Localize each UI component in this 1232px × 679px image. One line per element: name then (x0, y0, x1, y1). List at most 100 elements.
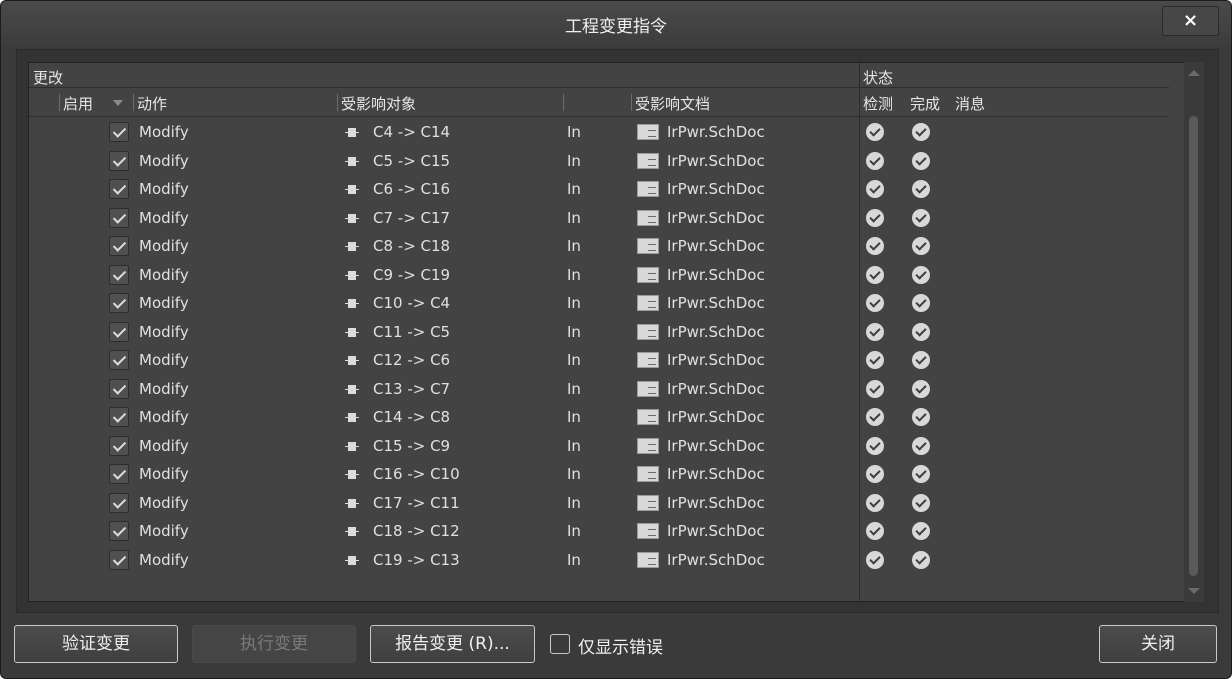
affected-document-cell: IrPwr.SchDoc (667, 465, 765, 483)
column-header-action[interactable]: 动作 (137, 93, 167, 114)
check-passed-icon (866, 436, 884, 455)
only-show-errors-checkbox[interactable] (550, 634, 570, 654)
in-cell: In (567, 180, 581, 198)
check-passed-icon (866, 180, 884, 198)
scroll-thumb[interactable] (1189, 116, 1198, 576)
affected-object-cell: C5 -> C15 (373, 151, 451, 170)
affected-object-cell: C4 -> C14 (373, 123, 451, 141)
close-button[interactable]: 关闭 (1099, 625, 1217, 663)
table-row[interactable]: Modify C11 -> C5 In IrPwr.SchDoc (29, 318, 1169, 347)
enabled-checkbox[interactable] (109, 521, 129, 541)
affected-object-cell: C15 -> C9 (373, 436, 451, 455)
schematic-document-icon (637, 238, 659, 254)
table-row[interactable]: Modify C10 -> C4 In IrPwr.SchDoc (29, 289, 1169, 318)
table-row[interactable]: Modify C16 -> C10 In IrPwr.SchDoc (29, 460, 1169, 489)
affected-object-cell: C9 -> C19 (373, 265, 451, 284)
column-header-affected-document[interactable]: 受影响文档 (635, 93, 710, 114)
component-icon (345, 384, 359, 394)
table-row[interactable]: Modify C12 -> C6 In IrPwr.SchDoc (29, 346, 1169, 375)
in-cell: In (567, 123, 581, 141)
table-row[interactable]: Modify C8 -> C18 In IrPwr.SchDoc (29, 232, 1169, 261)
scroll-down-icon[interactable] (1188, 588, 1200, 594)
done-passed-icon (912, 550, 930, 569)
enabled-checkbox[interactable] (109, 122, 129, 142)
changes-grid-frame: 更改 状态 启用 动作 受影响对象 受影响文档 检测 完成 消息 Modify … (16, 49, 1219, 613)
column-separator (631, 94, 632, 111)
report-changes-button[interactable]: 报告变更 (R)... (370, 625, 535, 663)
action-cell: Modify (139, 294, 189, 312)
check-passed-icon (866, 208, 884, 227)
table-row[interactable]: Modify C15 -> C9 In IrPwr.SchDoc (29, 432, 1169, 461)
affected-document-cell: IrPwr.SchDoc (667, 322, 765, 341)
schematic-document-icon (637, 523, 659, 539)
table-row[interactable]: Modify C13 -> C7 In IrPwr.SchDoc (29, 375, 1169, 404)
action-cell: Modify (139, 208, 189, 227)
check-passed-icon (866, 550, 884, 569)
column-header-check[interactable]: 检测 (863, 93, 893, 114)
component-icon (345, 156, 359, 166)
affected-document-cell: IrPwr.SchDoc (667, 151, 765, 170)
action-cell: Modify (139, 550, 189, 569)
check-passed-icon (866, 379, 884, 398)
enabled-checkbox[interactable] (109, 150, 129, 171)
table-row[interactable]: Modify C7 -> C17 In IrPwr.SchDoc (29, 204, 1169, 233)
column-header-done[interactable]: 完成 (910, 93, 940, 114)
column-separator (563, 94, 564, 111)
column-header-message[interactable]: 消息 (955, 93, 985, 114)
action-cell: Modify (139, 265, 189, 284)
enabled-checkbox[interactable] (109, 264, 129, 285)
column-separator (133, 94, 134, 111)
table-row[interactable]: Modify C5 -> C15 In IrPwr.SchDoc (29, 147, 1169, 176)
enabled-checkbox[interactable] (109, 321, 129, 342)
enabled-checkbox[interactable] (109, 435, 129, 456)
component-icon (345, 527, 359, 536)
schematic-document-icon (637, 323, 659, 340)
done-passed-icon (912, 379, 930, 398)
done-passed-icon (912, 522, 930, 540)
close-icon[interactable]: × (1162, 6, 1219, 36)
enabled-checkbox[interactable] (109, 179, 129, 199)
in-cell: In (567, 351, 581, 369)
in-cell: In (567, 237, 581, 255)
column-header-affected-object[interactable]: 受影响对象 (341, 93, 416, 114)
table-row[interactable]: Modify C9 -> C19 In IrPwr.SchDoc (29, 261, 1169, 290)
engineering-change-order-dialog: 工程变更指令 × 更改 状态 启用 动作 受影响对象 受影响文档 检测 完成 消… (0, 0, 1232, 679)
in-cell: In (567, 151, 581, 170)
group-header-row: 更改 状态 (29, 63, 1169, 88)
action-cell: Modify (139, 408, 189, 426)
execute-changes-button[interactable]: 执行变更 (192, 625, 356, 663)
table-row[interactable]: Modify C17 -> C11 In IrPwr.SchDoc (29, 489, 1169, 518)
enabled-checkbox[interactable] (109, 549, 129, 570)
scroll-up-icon[interactable] (1188, 70, 1200, 76)
in-cell: In (567, 265, 581, 284)
validate-changes-button[interactable]: 验证变更 (14, 625, 178, 663)
table-row[interactable]: Modify C4 -> C14 In IrPwr.SchDoc (29, 118, 1169, 147)
vertical-scrollbar[interactable] (1184, 62, 1204, 602)
enabled-checkbox[interactable] (109, 492, 129, 513)
done-passed-icon (912, 180, 930, 198)
enabled-checkbox[interactable] (109, 207, 129, 228)
check-passed-icon (866, 322, 884, 341)
table-row[interactable]: Modify C14 -> C8 In IrPwr.SchDoc (29, 403, 1169, 432)
affected-object-cell: C8 -> C18 (373, 237, 451, 255)
done-passed-icon (912, 408, 930, 426)
enabled-checkbox[interactable] (109, 407, 129, 427)
enabled-checkbox[interactable] (109, 378, 129, 399)
schematic-document-icon (637, 437, 659, 454)
column-header-enabled[interactable]: 启用 (63, 93, 93, 114)
schematic-document-icon (637, 494, 659, 511)
column-header-row: 启用 动作 受影响对象 受影响文档 检测 完成 消息 (29, 88, 1169, 117)
enabled-checkbox[interactable] (109, 293, 129, 313)
enabled-checkbox[interactable] (109, 236, 129, 256)
table-row[interactable]: Modify C18 -> C12 In IrPwr.SchDoc (29, 517, 1169, 546)
sort-dropdown-icon[interactable] (113, 100, 123, 106)
enabled-checkbox[interactable] (109, 464, 129, 484)
table-row[interactable]: Modify C19 -> C13 In IrPwr.SchDoc (29, 546, 1169, 575)
check-passed-icon (866, 294, 884, 312)
schematic-document-icon (637, 295, 659, 311)
affected-object-cell: C12 -> C6 (373, 351, 451, 369)
check-passed-icon (866, 465, 884, 483)
component-icon (345, 128, 359, 137)
enabled-checkbox[interactable] (109, 350, 129, 370)
table-row[interactable]: Modify C6 -> C16 In IrPwr.SchDoc (29, 175, 1169, 204)
